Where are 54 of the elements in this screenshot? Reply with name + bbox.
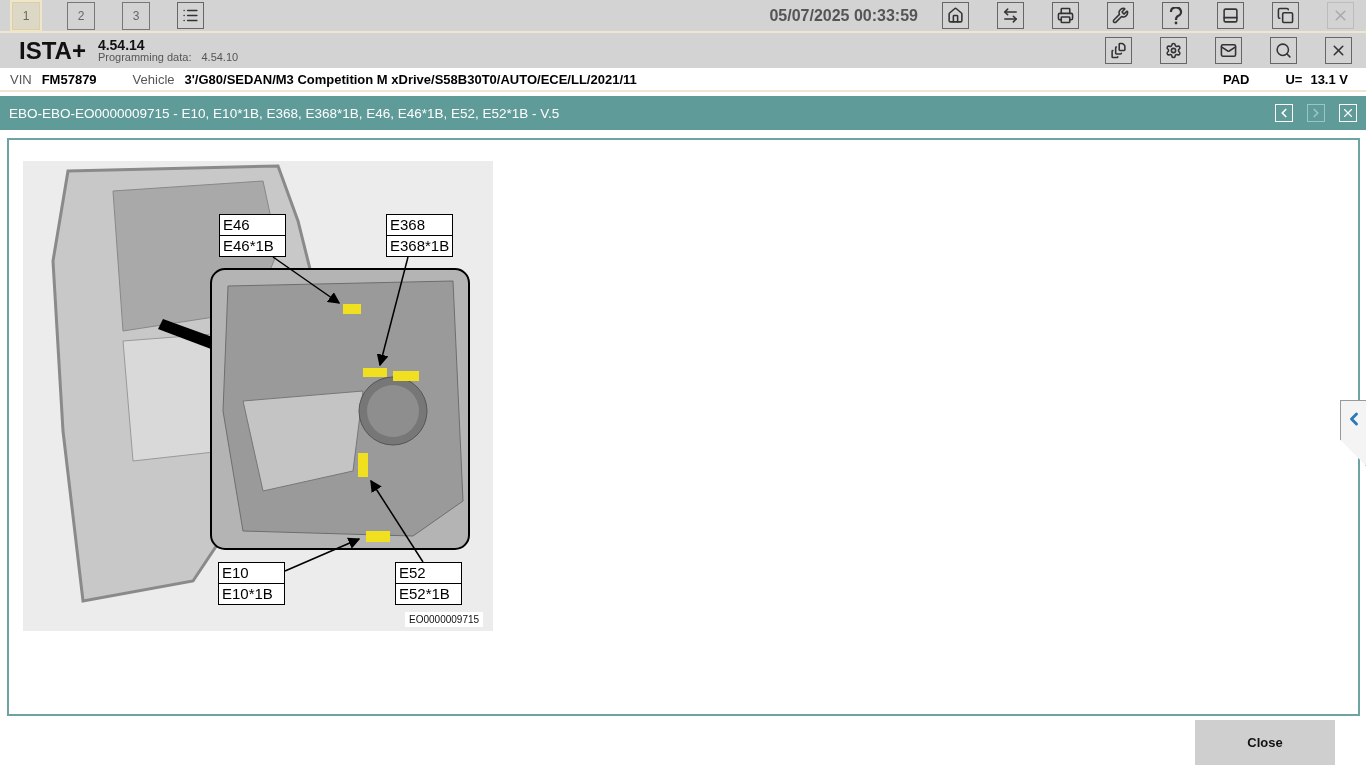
callout-text: E52*1B xyxy=(396,583,461,604)
search-button[interactable] xyxy=(1270,37,1297,64)
callout-text: E46 xyxy=(222,215,251,235)
callout-text: E368 xyxy=(389,215,427,235)
printer-button[interactable] xyxy=(1052,2,1079,29)
windows-icon xyxy=(1277,7,1294,24)
documents-icon xyxy=(1110,42,1127,59)
search-icon xyxy=(1275,42,1292,59)
settings-button[interactable] xyxy=(1160,37,1187,64)
close-button[interactable] xyxy=(1325,37,1352,64)
side-panel-tab[interactable] xyxy=(1340,400,1366,466)
printer-icon xyxy=(1057,7,1074,24)
session-tab[interactable]: 2 xyxy=(67,1,95,30)
session-tab[interactable]: 3 xyxy=(122,1,150,30)
app-name: ISTA+ xyxy=(19,36,86,65)
close-button[interactable]: Close xyxy=(1195,720,1335,765)
callout-text: E10 xyxy=(221,563,250,583)
home-icon xyxy=(947,7,964,24)
home-button[interactable] xyxy=(942,2,969,29)
callout-text: E52 xyxy=(398,563,427,583)
diagram-caption: EO0000009715 xyxy=(405,612,484,627)
list-button[interactable] xyxy=(177,2,204,29)
voltage-label: U= xyxy=(1285,71,1303,87)
pad-label: PAD xyxy=(1222,71,1250,87)
vehicle-value: 3'/G80/SEDAN/M3 Competition M xDrive/S58B30T0/AUTO/ECE/LL/2021/11 xyxy=(184,71,637,87)
close-icon xyxy=(1341,106,1355,120)
callout-text: E368*1B xyxy=(387,235,452,256)
vin-label: VIN xyxy=(10,71,32,87)
vin-value: FM57879 xyxy=(41,71,97,87)
date-time: 05/07/2025 00:33:59 xyxy=(769,6,918,25)
programming-data-version: 4.54.10 xyxy=(201,52,239,63)
previous-button[interactable] xyxy=(1275,104,1293,122)
session-tab[interactable]: 1 xyxy=(12,1,40,30)
help-button[interactable] xyxy=(1162,2,1189,29)
documents-button[interactable] xyxy=(1105,37,1132,64)
swap-button[interactable] xyxy=(997,2,1024,29)
app-version: 4.54.14 xyxy=(97,38,146,52)
wrench-button[interactable] xyxy=(1107,2,1134,29)
settings-icon xyxy=(1165,42,1182,59)
swap-icon xyxy=(1002,7,1019,24)
callout-text: E46*1B xyxy=(220,235,285,256)
document-title: EBO-EBO-EO0000009715 - E10, E10*1B, E368, E368*1B, E46, E46*1B, E52, E52*1B - V.5 xyxy=(9,105,560,121)
programming-data-label: Programming data: xyxy=(97,52,192,63)
panel-icon xyxy=(1222,7,1239,24)
voltage-value: 13.1 V xyxy=(1310,71,1348,87)
list-icon xyxy=(182,7,199,24)
mail-button[interactable] xyxy=(1215,37,1242,64)
help-icon xyxy=(1168,6,1183,25)
windows-button[interactable] xyxy=(1272,2,1299,29)
panel-button[interactable] xyxy=(1217,2,1244,29)
wrench-icon xyxy=(1112,7,1129,24)
vehicle-label: Vehicle xyxy=(132,71,175,87)
mail-icon xyxy=(1220,42,1237,59)
callout-text: E10*1B xyxy=(219,583,284,604)
